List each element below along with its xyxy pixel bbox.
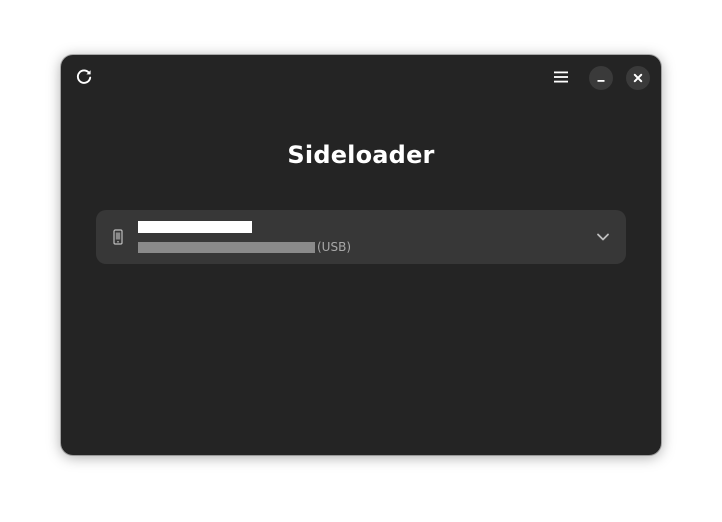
minimize-icon — [597, 80, 605, 82]
page-title: Sideloader — [287, 141, 435, 169]
close-button[interactable] — [626, 66, 650, 90]
chevron-down-icon[interactable] — [595, 229, 611, 245]
device-identifier — [138, 241, 315, 253]
device-subtitle: (USB) — [138, 240, 351, 254]
app-window: Sideloader (USB) — [61, 55, 661, 455]
hamburger-menu-icon — [554, 71, 568, 83]
header-bar — [61, 55, 661, 101]
main-menu-button[interactable] — [545, 62, 577, 92]
refresh-icon — [76, 69, 92, 84]
minimize-button[interactable] — [589, 66, 613, 90]
device-name — [138, 221, 252, 233]
refresh-button[interactable] — [69, 62, 99, 92]
device-connection: (USB) — [317, 240, 351, 254]
device-row[interactable]: (USB) — [96, 210, 626, 264]
phone-icon — [113, 229, 123, 245]
close-icon — [633, 73, 643, 83]
